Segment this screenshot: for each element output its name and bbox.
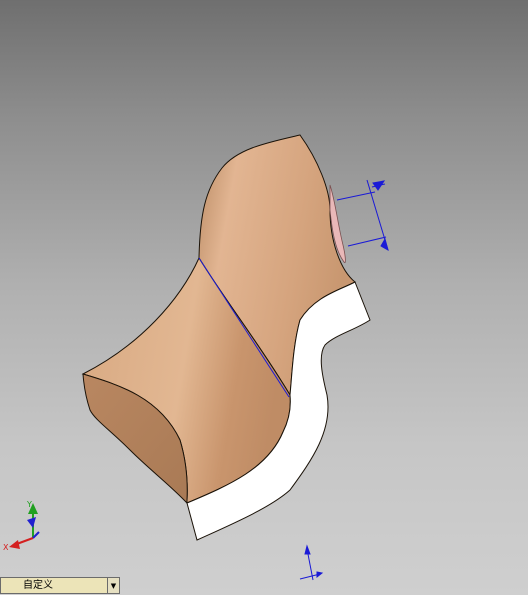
origin-marker-icon bbox=[299, 544, 324, 581]
triad-y-label: Y bbox=[26, 500, 32, 509]
view-orientation-select[interactable]: 自定义 ▼ bbox=[0, 577, 120, 594]
chevron-down-icon[interactable]: ▼ bbox=[107, 578, 119, 593]
triad-icon: Y X bbox=[3, 500, 40, 552]
part-body[interactable] bbox=[81, 134, 371, 541]
model-viewport[interactable]: Y X bbox=[0, 0, 528, 595]
dimension-annotation[interactable] bbox=[336, 179, 389, 252]
view-orientation-value: 自定义 bbox=[23, 580, 53, 591]
triad-x-label: X bbox=[3, 543, 9, 552]
